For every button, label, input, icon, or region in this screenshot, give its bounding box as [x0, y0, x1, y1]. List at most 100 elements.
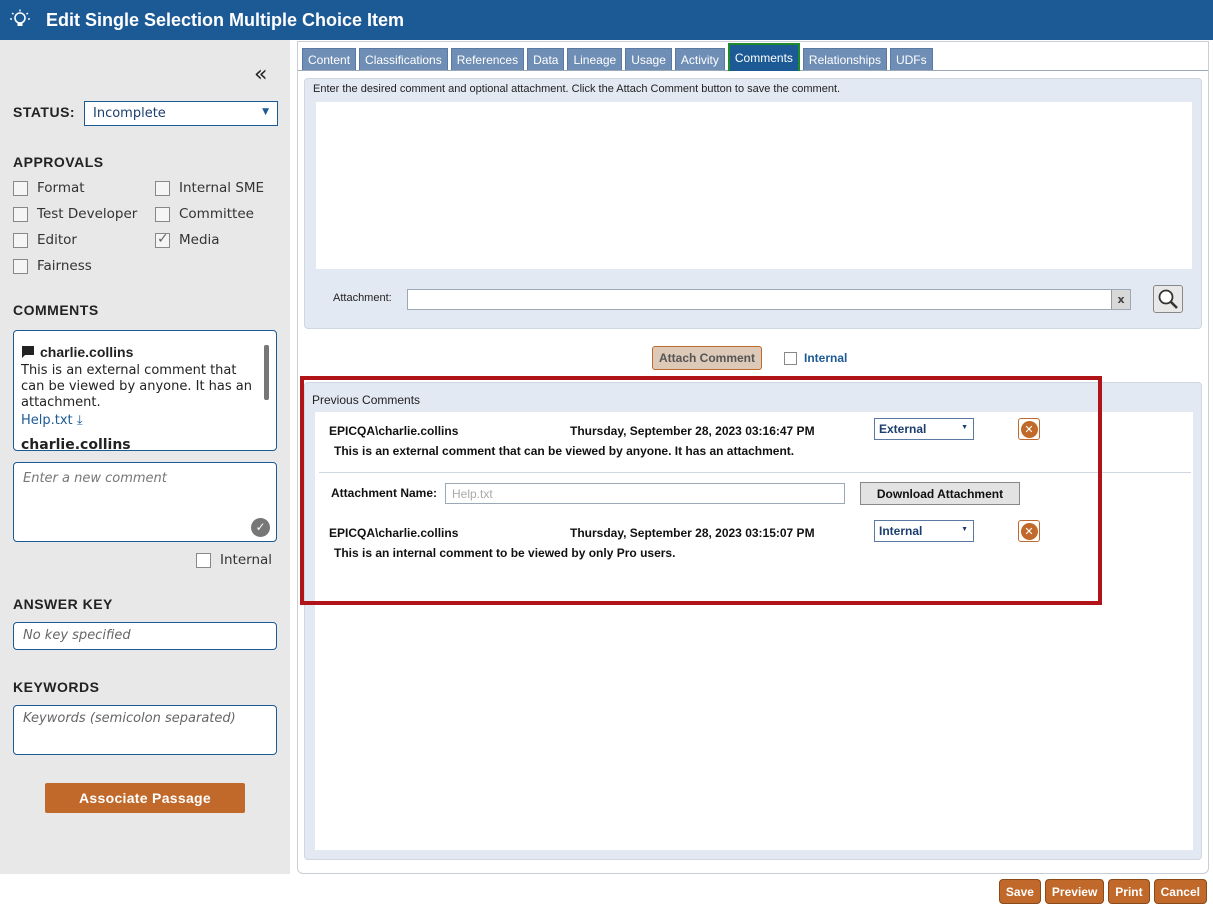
- tab-bar: Content Classifications References Data …: [302, 43, 933, 71]
- comment-author-name: charlie.collins: [40, 344, 134, 360]
- checkbox[interactable]: [155, 180, 170, 196]
- tab-activity[interactable]: Activity: [674, 48, 725, 70]
- comment-date: Thursday, September 28, 2023 03:16:47 PM: [570, 424, 815, 438]
- associate-passage-button[interactable]: Associate Passage: [45, 783, 245, 813]
- internal-toggle-main[interactable]: Internal: [784, 351, 847, 365]
- internal-toggle[interactable]: Internal: [196, 552, 272, 568]
- keywords-input[interactable]: Keywords (semicolon separated): [13, 705, 277, 755]
- approval-format[interactable]: Format: [13, 180, 85, 196]
- checkbox[interactable]: [13, 206, 28, 222]
- tab-usage[interactable]: Usage: [625, 48, 672, 70]
- status-select[interactable]: Incomplete ▼: [84, 101, 278, 126]
- browse-button[interactable]: [1153, 285, 1183, 313]
- save-button[interactable]: Save: [998, 879, 1041, 904]
- approval-label: Test Developer: [37, 206, 138, 222]
- attachment-label: Attachment:: [333, 292, 392, 304]
- delete-comment-button[interactable]: ✕: [1018, 520, 1040, 542]
- checkbox[interactable]: [155, 206, 170, 222]
- instruction-text: Enter the desired comment and optional a…: [313, 83, 841, 95]
- delete-comment-button[interactable]: ✕: [1018, 418, 1040, 440]
- lightbulb-icon: [0, 0, 40, 40]
- approval-internal-sme[interactable]: Internal SME: [155, 180, 264, 196]
- preview-button[interactable]: Preview: [1044, 879, 1105, 904]
- title-bar: Edit Single Selection Multiple Choice It…: [0, 0, 1213, 40]
- checkbox[interactable]: [13, 232, 28, 248]
- checkbox[interactable]: [13, 258, 28, 274]
- chevron-down-icon: ▼: [262, 107, 269, 117]
- tab-comments[interactable]: Comments: [727, 43, 800, 71]
- scrollbar[interactable]: [264, 345, 269, 400]
- print-button[interactable]: Print: [1108, 879, 1150, 904]
- window-title: Edit Single Selection Multiple Choice It…: [46, 9, 405, 30]
- approval-label: Fairness: [37, 258, 92, 274]
- attachment-name-label: Attachment Name:: [331, 486, 438, 500]
- new-comment-input[interactable]: Enter a new comment ✓: [13, 462, 277, 542]
- internal-label: Internal: [220, 552, 273, 568]
- comment-textarea[interactable]: [315, 101, 1193, 270]
- answer-key-input[interactable]: No key specified: [13, 622, 277, 650]
- comment-date: Thursday, September 28, 2023 03:15:07 PM: [570, 526, 815, 540]
- visibility-value: External: [879, 422, 927, 436]
- comment-author: charlie.collins: [21, 344, 133, 360]
- tab-classifications[interactable]: Classifications: [359, 48, 448, 70]
- attachment-filename: Help.txt: [21, 413, 73, 428]
- left-sidebar: « STATUS: Incomplete ▼ APPROVALS Format …: [0, 40, 290, 874]
- comment-text: This is an external comment that can be …: [334, 444, 795, 458]
- magnifier-icon: [1158, 289, 1178, 309]
- comments-list: charlie.collins This is an external comm…: [13, 330, 277, 451]
- approvals-label: APPROVALS: [13, 154, 104, 170]
- visibility-select[interactable]: Internal ▼: [874, 520, 974, 542]
- approval-fairness[interactable]: Fairness: [13, 258, 92, 274]
- attachment-input[interactable]: x: [407, 289, 1131, 310]
- comment-author: EPICQA\charlie.collins: [329, 526, 459, 540]
- comment-text: This is an internal comment to be viewed…: [334, 546, 676, 560]
- attachment-name-field[interactable]: Help.txt: [445, 483, 845, 504]
- clear-attachment-button[interactable]: x: [1111, 290, 1130, 309]
- comments-label: COMMENTS: [13, 302, 99, 318]
- approval-media[interactable]: ✓ Media: [155, 230, 220, 248]
- download-attachment-button[interactable]: Download Attachment: [860, 482, 1020, 505]
- tab-udfs[interactable]: UDFs: [889, 48, 933, 70]
- tab-relationships[interactable]: Relationships: [802, 48, 887, 70]
- tab-references[interactable]: References: [450, 48, 525, 70]
- close-icon: ✕: [1020, 522, 1038, 540]
- keywords-label: KEYWORDS: [13, 679, 100, 695]
- checkbox[interactable]: [784, 351, 797, 365]
- keywords-placeholder: Keywords (semicolon separated): [23, 711, 236, 726]
- attachment-name-value: Help.txt: [452, 487, 493, 501]
- visibility-select[interactable]: External ▼: [874, 418, 974, 440]
- cancel-button[interactable]: Cancel: [1153, 879, 1207, 904]
- checkbox[interactable]: [196, 552, 211, 568]
- divider: [319, 472, 1191, 473]
- status-label: STATUS:: [13, 104, 76, 120]
- comment-attachment-link[interactable]: Help.txt ⤓: [21, 413, 83, 428]
- approval-label: Committee: [179, 206, 254, 222]
- chevron-down-icon: ▼: [961, 526, 968, 533]
- new-comment-placeholder: Enter a new comment: [23, 471, 167, 486]
- previous-comments-panel: Previous Comments EPICQA\charlie.collins…: [304, 382, 1202, 860]
- checkbox[interactable]: [13, 180, 28, 196]
- collapse-sidebar-icon[interactable]: «: [254, 62, 267, 87]
- close-icon: ✕: [1020, 420, 1038, 438]
- tab-content[interactable]: Content: [302, 48, 357, 70]
- comment-editor-panel: Enter the desired comment and optional a…: [304, 78, 1202, 329]
- status-value: Incomplete: [93, 106, 166, 121]
- checkbox-checked[interactable]: ✓: [155, 230, 170, 248]
- tab-data[interactable]: Data: [527, 48, 565, 70]
- previous-comments-label: Previous Comments: [312, 393, 421, 407]
- approval-editor[interactable]: Editor: [13, 232, 77, 248]
- previous-comments-list: EPICQA\charlie.collins Thursday, Septemb…: [315, 412, 1193, 850]
- approval-committee[interactable]: Committee: [155, 206, 254, 222]
- attach-comment-button[interactable]: Attach Comment: [652, 346, 762, 370]
- approval-label: Editor: [37, 232, 77, 248]
- checkmark-icon: ✓: [157, 230, 169, 247]
- visibility-value: Internal: [879, 524, 923, 538]
- tab-lineage[interactable]: Lineage: [567, 48, 623, 70]
- answer-key-label: ANSWER KEY: [13, 596, 113, 612]
- submit-check-icon[interactable]: ✓: [251, 518, 270, 537]
- approval-test-developer[interactable]: Test Developer: [13, 206, 137, 222]
- comment-icon: [22, 346, 34, 358]
- approval-label: Format: [37, 180, 85, 196]
- answer-key-placeholder: No key specified: [23, 628, 131, 643]
- next-comment-peek: charlie.collins: [21, 437, 131, 451]
